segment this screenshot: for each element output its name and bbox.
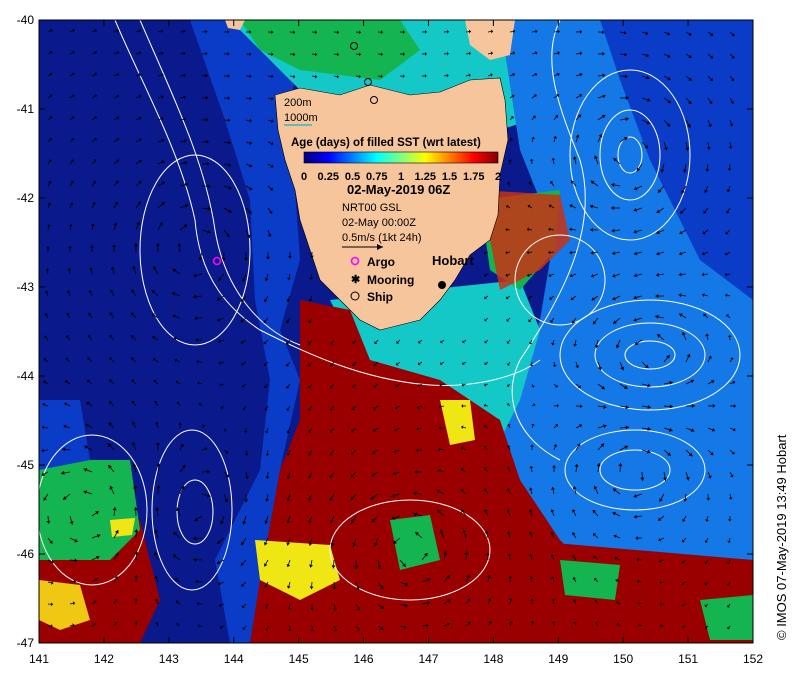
map-plot-area xyxy=(39,20,753,643)
velocity-time-label: 02-May 00:00Z xyxy=(342,217,416,229)
colorbar-tick-label: 1.75 xyxy=(463,171,484,183)
y-tick-label: -44 xyxy=(17,369,35,383)
x-tick-label: 144 xyxy=(224,652,244,666)
x-tick-label: 141 xyxy=(29,652,49,666)
model-label: NRT00 GSL xyxy=(342,202,402,214)
mooring-legend-icon: ✱ xyxy=(351,274,360,286)
datetime-label: 02-May-2019 06Z xyxy=(347,182,450,197)
colorbar-tick-label: 0 xyxy=(301,171,307,183)
sst-zone-west-green xyxy=(39,460,140,560)
y-tick-label: -42 xyxy=(17,191,35,205)
contour-1000-label: 1000m xyxy=(284,112,318,124)
mooring-legend-label: Mooring xyxy=(367,273,414,287)
colorbar-title: Age (days) of filled SST (wrt latest) xyxy=(291,137,481,149)
y-tick-label: -40 xyxy=(17,13,35,27)
x-tick-label: 147 xyxy=(418,652,438,666)
sst-age-map: 141 142 143 144 145 146 147 148 149 150 151 152 -40… xyxy=(17,13,764,666)
y-tick-label: -46 xyxy=(17,547,35,561)
sst-zone-yellow-4 xyxy=(110,518,135,537)
hobart-label: Hobart xyxy=(432,253,475,268)
ship-legend-label: Ship xyxy=(367,290,393,304)
colorbar-tick-label: 0.25 xyxy=(318,171,339,183)
x-tick-label: 149 xyxy=(548,652,568,666)
x-tick-label: 148 xyxy=(483,652,503,666)
argo-legend-label: Argo xyxy=(367,255,395,269)
copyright-credit: © IMOS 07-May-2019 13:49 Hobart xyxy=(774,434,789,640)
colorbar-tick-label: 2 xyxy=(495,171,501,183)
velocity-scale-label: 0.5m/s (1kt 24h) xyxy=(342,232,421,244)
x-tick-label: 146 xyxy=(354,652,374,666)
x-tick-label: 151 xyxy=(678,652,698,666)
contour-200-label: 200m xyxy=(284,97,312,109)
x-tick-label: 143 xyxy=(159,652,179,666)
y-tick-label: -47 xyxy=(17,636,35,650)
x-tick-label: 142 xyxy=(94,652,114,666)
y-tick-label: -43 xyxy=(17,280,35,294)
x-tick-label: 150 xyxy=(613,652,633,666)
y-tick-label: -41 xyxy=(17,102,35,116)
sst-zone-green-patch-2 xyxy=(560,560,620,600)
hobart-marker xyxy=(438,281,446,289)
colorbar xyxy=(303,151,499,164)
x-tick-label: 145 xyxy=(289,652,309,666)
x-tick-label: 152 xyxy=(743,652,763,666)
y-tick-label: -45 xyxy=(17,458,35,472)
